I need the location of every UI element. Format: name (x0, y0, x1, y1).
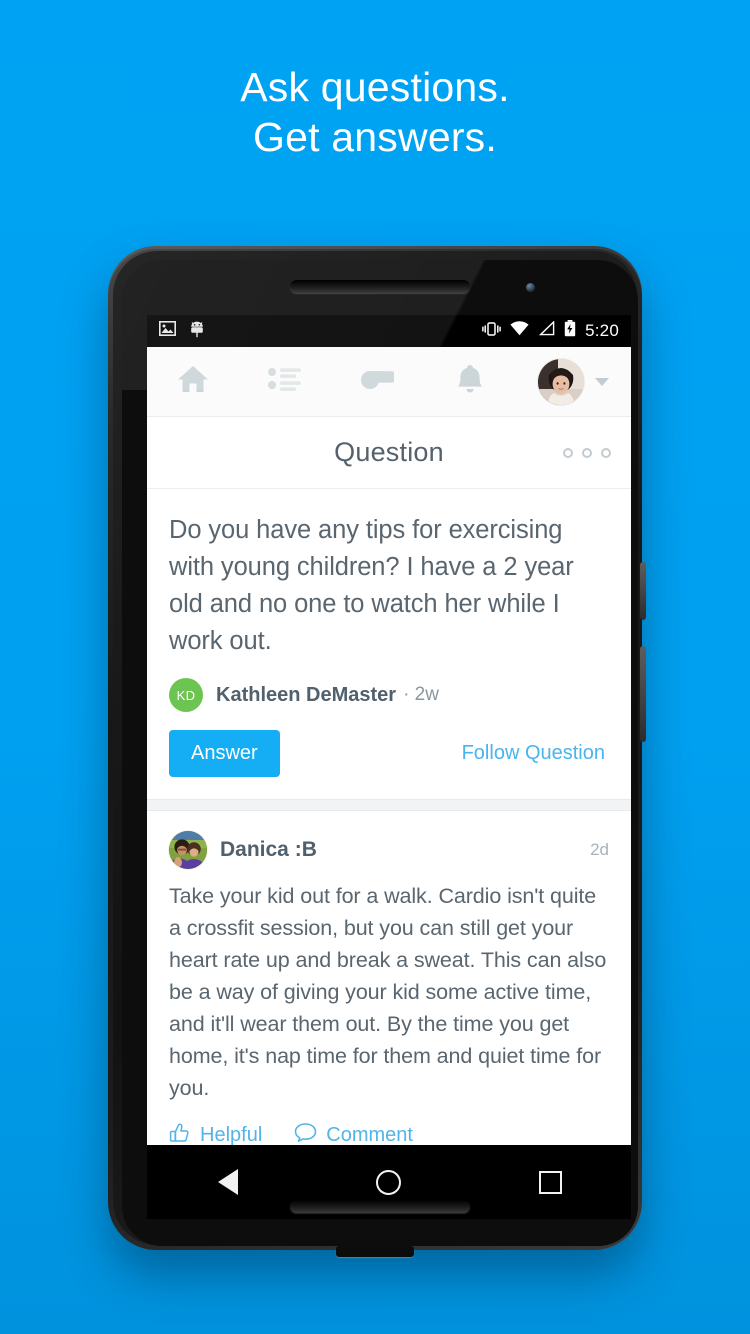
vibrate-icon (482, 321, 501, 342)
status-bar-notifications (159, 320, 205, 343)
question-text: Do you have any tips for exercising with… (169, 516, 574, 655)
front-camera-icon (526, 283, 535, 292)
overflow-dot (601, 447, 611, 458)
thumbs-up-icon (169, 1122, 191, 1145)
question-author[interactable]: KD Kathleen DeMaster · 2w (169, 678, 609, 712)
answer-author-name[interactable]: Danica :B (220, 838, 317, 862)
recents-square-icon (538, 1170, 562, 1194)
nav-tab-whistle[interactable] (331, 347, 423, 416)
device-glass: 5:20 Question Do you have any tips for e… (122, 260, 638, 1246)
overflow-dot (563, 447, 573, 458)
status-bar-clock: 5:20 (585, 321, 619, 340)
answer-card: Danica :B 2d Take your kid out for a wal… (147, 811, 631, 1145)
overflow-dot (582, 447, 592, 458)
status-bar-system-icons: 5:20 (482, 320, 619, 342)
nav-tab-home[interactable] (147, 347, 239, 416)
nav-user-menu[interactable] (516, 358, 631, 405)
headline-line-2: Get answers. (253, 114, 497, 160)
answer-text: Take your kid out for a walk. Cardio isn… (169, 884, 607, 1100)
volume-rocker-button[interactable] (640, 646, 646, 742)
phone-device-mockup: 5:20 Question Do you have any tips for e… (108, 246, 646, 1257)
headline-line-1: Ask questions. (240, 64, 510, 110)
overflow-menu-icon[interactable] (563, 447, 611, 458)
recents-button[interactable] (515, 1157, 585, 1207)
phone-screen: 5:20 Question Do you have any tips for e… (147, 315, 631, 1145)
list-icon (268, 366, 302, 397)
bottom-speaker (290, 1200, 470, 1213)
follow-question-link[interactable]: Follow Question (462, 742, 605, 765)
answer-actions: Helpful Comment (169, 1122, 609, 1145)
earpiece-speaker (290, 280, 470, 293)
device-inner-bezel: 5:20 Question Do you have any tips for e… (113, 251, 638, 1246)
question-actions: Answer Follow Question (169, 730, 609, 799)
chevron-down-icon[interactable] (594, 377, 609, 386)
comment-label: Comment (326, 1124, 413, 1145)
answer-header: Danica :B 2d (169, 831, 609, 869)
wifi-icon (510, 321, 529, 341)
avatar[interactable]: KD (169, 678, 203, 712)
comment-button[interactable]: Comment (294, 1122, 413, 1145)
speech-bubble-icon (294, 1122, 317, 1145)
usb-port (336, 1246, 414, 1257)
answer-button[interactable]: Answer (169, 730, 280, 777)
home-circle-icon (376, 1169, 402, 1195)
whistle-icon (358, 367, 396, 396)
question-timestamp: · 2w (403, 684, 439, 705)
page-headline: Ask questions. Get answers. (0, 62, 750, 162)
home-icon (176, 363, 210, 400)
avatar[interactable] (169, 831, 207, 869)
section-divider (147, 799, 631, 811)
back-triangle-icon (217, 1169, 238, 1195)
question-author-name[interactable]: Kathleen DeMaster (216, 684, 396, 707)
screen-title-bar: Question (147, 417, 631, 489)
helpful-button[interactable]: Helpful (169, 1122, 262, 1145)
answer-timestamp: 2d (590, 840, 609, 859)
question-card: Do you have any tips for exercising with… (147, 489, 631, 799)
nav-tab-list[interactable] (239, 347, 331, 416)
page-title: Question (334, 437, 444, 467)
battery-charging-icon (564, 320, 576, 342)
image-icon (159, 321, 176, 341)
avatar[interactable] (537, 358, 584, 405)
helpful-label: Helpful (200, 1124, 263, 1145)
bell-icon (455, 363, 485, 400)
back-button[interactable] (193, 1157, 263, 1207)
signal-icon (538, 320, 555, 341)
android-icon (189, 320, 205, 343)
android-status-bar: 5:20 (147, 315, 631, 347)
nav-tab-notifications[interactable] (424, 347, 516, 416)
power-button[interactable] (640, 562, 646, 620)
app-navigation-bar (147, 347, 631, 417)
